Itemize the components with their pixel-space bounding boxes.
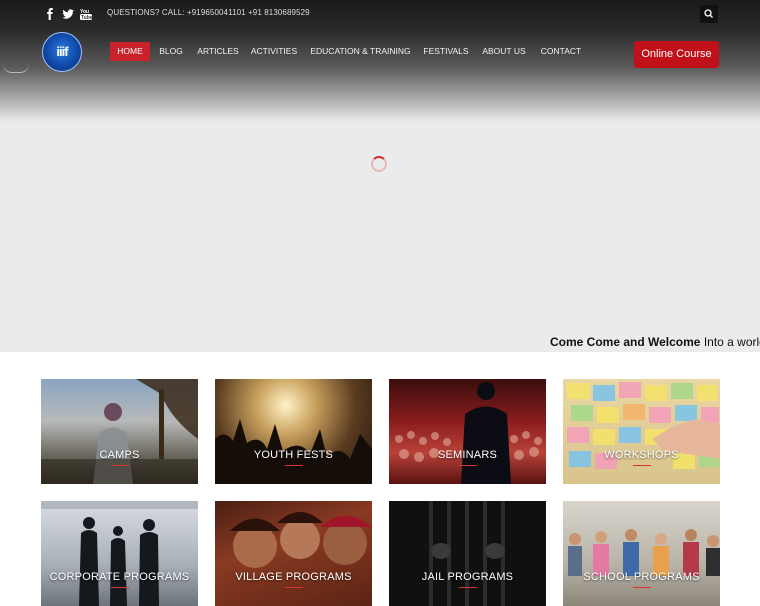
program-label: CORPORATE PROGRAMS [49,571,190,583]
program-card-village-programs[interactable]: VILLAGE PROGRAMS [215,501,372,606]
online-course-button[interactable]: Online Course [634,41,719,68]
nav-item-festivals[interactable]: FESTIVALS [422,42,470,61]
program-card-camps[interactable]: CAMPS [41,379,198,484]
label-underline [633,465,651,466]
program-card-corporate-programs[interactable]: CORPORATE PROGRAMS [41,501,198,606]
nav-item-about-us[interactable]: ABOUT US [480,42,528,61]
program-card-workshops[interactable]: WORKSHOPS [563,379,720,484]
facebook-icon[interactable] [43,7,57,21]
school-programs-image [568,529,720,576]
hero-slider: You Tube QUESTIONS? CALL: +919650041101 +… [0,0,760,352]
youtube-icon[interactable]: You Tube [79,7,93,21]
program-card-school-programs[interactable]: SCHOOL PROGRAMS [563,501,720,606]
contact-phone-text: QUESTIONS? CALL: +919650041101 +91 81306… [107,8,310,17]
nav-item-home[interactable]: HOME [110,42,150,61]
jail-programs-image [429,501,505,606]
corporate-programs-image [41,501,198,606]
marquee-rest-text: Into a world [700,335,760,349]
twitter-icon[interactable] [61,7,75,21]
programs-grid: CAMPS YOUTH FESTS SEMINARS WORKSHOPS COR… [0,352,760,606]
marquee-bold-text: Come Come and Welcome [550,335,701,349]
label-underline [459,465,477,466]
label-underline [111,465,129,466]
nav-item-education-training[interactable]: EDUCATION & TRAINING [308,42,413,61]
program-label: SEMINARS [437,449,498,461]
search-button[interactable] [700,5,718,23]
svg-text:Tube: Tube [81,15,93,21]
label-underline [459,587,477,588]
top-bar: You Tube QUESTIONS? CALL: +919650041101 +… [0,0,760,28]
logo-letters: iiif [56,44,68,59]
nav-item-articles[interactable]: ARTICLES [196,42,240,61]
nav-item-contact[interactable]: CONTACT [538,42,584,61]
program-label: YOUTH FESTS [253,449,334,461]
label-underline [111,587,129,588]
welcome-marquee: Come Come and Welcome Into a world [550,335,760,349]
workshops-image [567,382,720,469]
program-card-youth-fests[interactable]: YOUTH FESTS [215,379,372,484]
program-label: WORKSHOPS [604,449,679,461]
label-underline [633,587,651,588]
loading-spinner-icon [371,156,387,172]
program-label: JAIL PROGRAMS [421,571,514,583]
youth-fests-image [215,419,372,484]
program-label: SCHOOL PROGRAMS [583,571,700,583]
program-label: VILLAGE PROGRAMS [235,571,352,583]
label-underline [285,465,303,466]
seminars-image [395,382,542,484]
village-programs-image [230,512,372,568]
label-underline [285,587,303,588]
program-label: CAMPS [99,449,140,461]
program-card-jail-programs[interactable]: JAIL PROGRAMS [389,501,546,606]
camps-image [41,379,198,484]
program-card-seminars[interactable]: SEMINARS [389,379,546,484]
nav-item-blog[interactable]: BLOG [157,42,185,61]
nav-item-activities[interactable]: ACTIVITIES [250,42,298,61]
search-icon [704,9,713,18]
site-logo[interactable]: iiif [42,32,82,72]
